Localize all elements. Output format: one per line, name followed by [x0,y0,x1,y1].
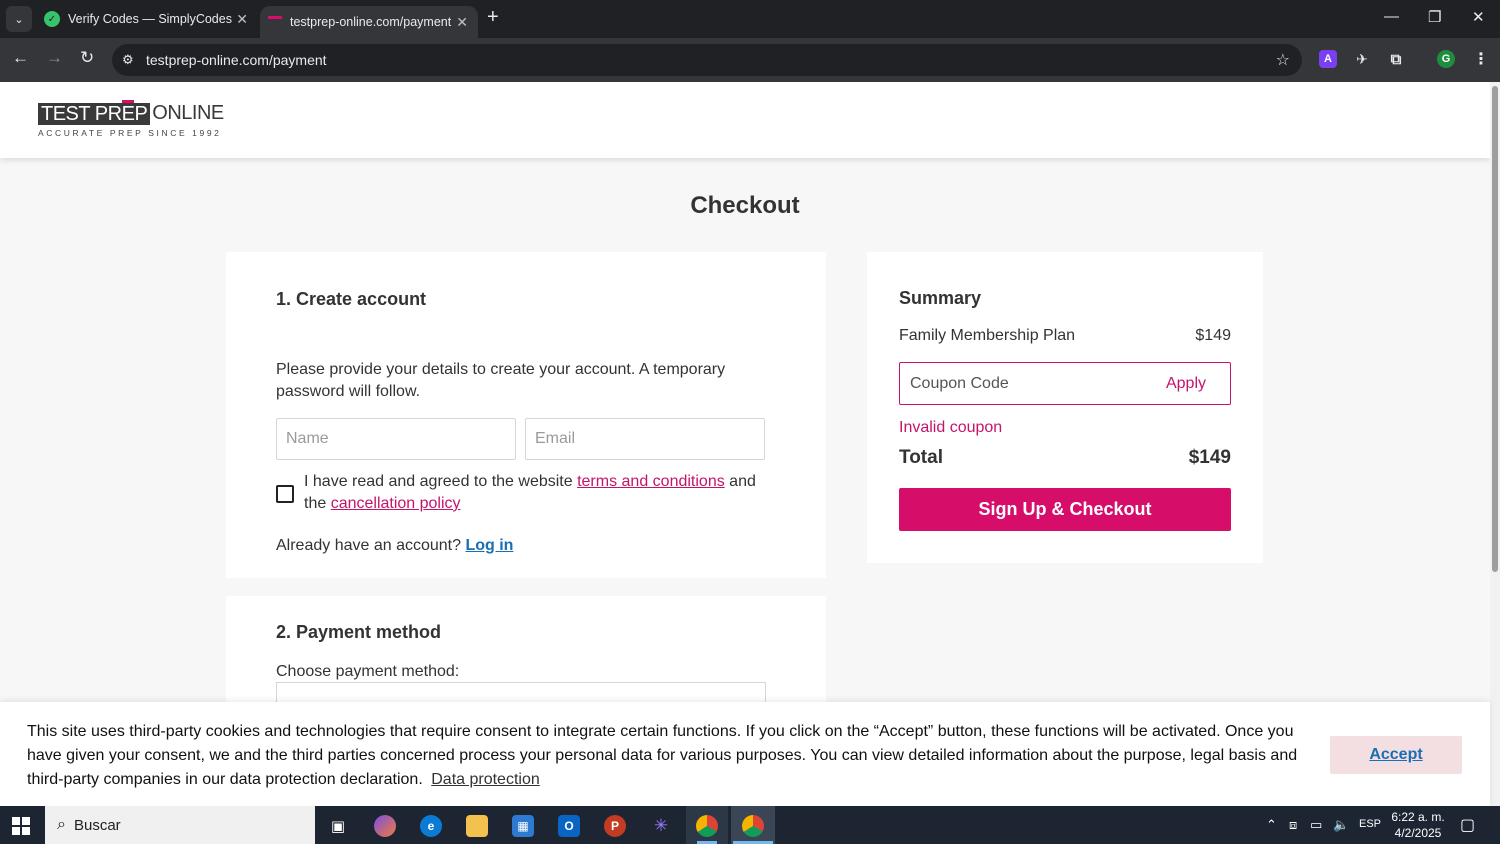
cookie-banner: This site uses third-party cookies and t… [0,702,1490,806]
minimize-icon[interactable]: — [1384,8,1399,25]
accept-cookies-button[interactable]: Accept [1330,736,1462,774]
search-icon: ⌕ [57,816,66,833]
extension-a-icon[interactable]: A [1319,50,1337,68]
close-tab-icon[interactable]: ✕ [236,11,248,28]
task-view-icon[interactable]: ▣ [327,815,349,837]
close-window-icon[interactable]: ✕ [1472,8,1485,26]
notifications-icon[interactable]: ▢ [1460,815,1475,835]
tab-simplycodes[interactable]: ✓ Verify Codes — SimplyCodes ✕ [36,0,258,38]
page-scrollbar[interactable] [1490,82,1500,806]
create-account-heading: 1. Create account [276,289,427,309]
tab-search-button[interactable]: ⌄ [6,6,32,32]
extensions-puzzle-icon[interactable]: ⧉ [1387,50,1405,68]
volume-icon[interactable]: 🔈 [1333,817,1349,833]
cancellation-policy-link[interactable]: cancellation policy [331,495,461,512]
close-tab-icon[interactable]: ✕ [456,14,468,31]
copilot-icon[interactable] [374,815,396,837]
back-icon[interactable]: ← [12,48,29,68]
choose-payment-label: Choose payment method: [276,663,460,680]
account-intro-text: Please provide your details to create yo… [276,361,726,400]
email-input[interactable] [525,418,765,460]
scrollbar-thumb[interactable] [1492,86,1498,572]
logo-wordmark: TEST PREP ONLINE [38,99,224,125]
plan-row: Family Membership Plan $149 [899,327,1231,345]
chrome-profile-icon[interactable] [742,815,764,837]
chrome-icon[interactable] [696,815,718,837]
total-label: Total [899,447,943,468]
profile-avatar[interactable]: G [1437,50,1455,68]
show-hidden-icons-icon[interactable]: ⌃ [1266,817,1277,833]
outlook-icon[interactable]: O [558,815,580,837]
testprep-favicon-icon [268,16,282,28]
apply-coupon-button[interactable]: Apply [1166,375,1206,393]
login-prompt: Already have an account? Log in [276,537,514,554]
perplexity-icon[interactable]: ✳ [650,815,672,837]
clock-date: 4/2/2025 [1394,826,1442,840]
tab-payment[interactable]: testprep-online.com/payment ✕ [260,6,478,38]
coupon-field: Apply [899,362,1231,405]
new-tab-icon[interactable]: + [487,6,499,29]
summary-heading: Summary [899,288,982,308]
windows-taskbar: ⌕ Buscar ▣ e ▦ O P ✳ ⌃ ⧈ ▭ 🔈 ESP 6:22 a.… [0,806,1500,844]
reload-icon[interactable]: ↻ [80,48,94,68]
data-protection-link[interactable]: Data protection [431,771,540,788]
browser-tab-bar: ⌄ ✓ Verify Codes — SimplyCodes ✕ testpre… [0,0,1500,38]
file-explorer-icon[interactable] [466,815,488,837]
testprep-logo[interactable]: TEST PREP ONLINE ACCURATE PREP SINCE 1992 [38,99,224,138]
plan-price: $149 [1195,327,1231,344]
language-indicator[interactable]: ESP [1359,818,1381,830]
clock-time: 6:22 a. m. [1391,810,1445,824]
plan-name: Family Membership Plan [899,327,1076,344]
extension-feather-icon[interactable]: ✈ [1353,50,1371,68]
name-input[interactable] [276,418,516,460]
sign-up-checkout-button[interactable]: Sign Up & Checkout [899,488,1231,531]
login-link[interactable]: Log in [465,537,513,554]
terms-link[interactable]: terms and conditions [577,473,725,490]
meet-now-icon[interactable]: ⧈ [1289,817,1297,833]
total-value: $149 [1188,447,1231,468]
bookmark-star-icon[interactable]: ☆ [1276,50,1290,70]
payment-method-heading: 2. Payment method [276,622,442,642]
total-row: Total $149 [899,447,1231,469]
coupon-error-message: Invalid coupon [899,419,1003,436]
address-bar[interactable]: ⚙ testprep-online.com/payment ☆ [112,44,1302,76]
edge-icon[interactable]: e [420,815,442,837]
tab-title: Verify Codes — SimplyCodes [68,12,232,26]
create-account-card: 1. Create account Please provide your de… [226,252,826,578]
windows-start-icon[interactable] [12,817,30,835]
network-icon[interactable]: ▭ [1310,817,1322,833]
summary-card: Summary Family Membership Plan $149 Appl… [867,252,1263,563]
powerpoint-icon[interactable]: P [604,815,626,837]
site-info-icon[interactable]: ⚙ [122,52,140,68]
browser-menu-icon[interactable]: ⋮ [1472,50,1490,68]
page-content: TEST PREP ONLINE ACCURATE PREP SINCE 1992… [0,82,1490,806]
url-text[interactable]: testprep-online.com/payment [146,52,327,68]
restore-icon[interactable]: ❐ [1428,8,1441,26]
terms-checkbox[interactable] [276,485,294,503]
cookie-text: This site uses third-party cookies and t… [27,723,1298,788]
site-header: TEST PREP ONLINE ACCURATE PREP SINCE 1992 [0,82,1490,158]
system-clock[interactable]: 6:22 a. m. 4/2/2025 [1388,809,1448,841]
coupon-input[interactable] [900,374,1166,393]
terms-label: I have read and agreed to the website te… [304,473,756,512]
microsoft-store-icon[interactable]: ▦ [512,815,534,837]
page-title: Checkout [690,192,800,219]
tab-title: testprep-online.com/payment [290,15,452,29]
logo-tagline: ACCURATE PREP SINCE 1992 [38,128,222,138]
taskbar-search-placeholder: Buscar [73,816,121,834]
simplycodes-favicon-icon: ✓ [44,11,60,27]
taskbar-search[interactable]: ⌕ Buscar [45,806,315,844]
forward-icon[interactable]: → [46,48,63,68]
browser-toolbar: ← → ↻ ⚙ testprep-online.com/payment ☆ A … [0,38,1500,82]
